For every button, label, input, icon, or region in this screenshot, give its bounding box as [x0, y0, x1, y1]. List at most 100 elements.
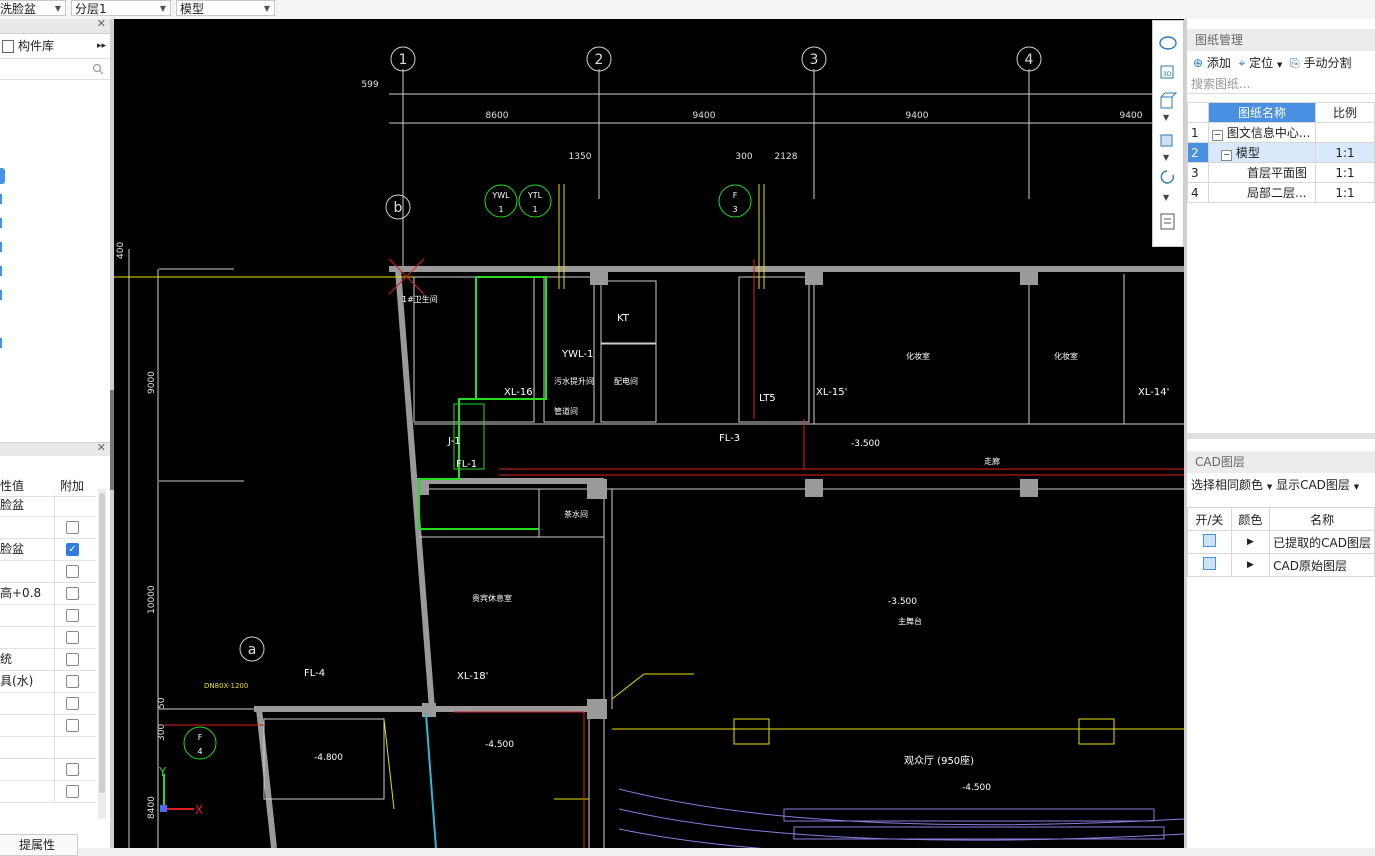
layer-row[interactable]: ▶ CAD原始图层 — [1187, 553, 1375, 577]
tree-item[interactable] — [0, 338, 2, 348]
chevron-down-icon[interactable]: ▼ — [1163, 113, 1169, 122]
library-icon — [2, 40, 14, 53]
space-select[interactable]: 模型 ▼ — [176, 0, 275, 16]
pipe-fl-1: FL-1 — [456, 459, 477, 470]
room-auditorium: 观众厅 (950座) — [904, 754, 974, 767]
property-row[interactable] — [0, 737, 96, 759]
property-row[interactable] — [0, 627, 96, 649]
property-row[interactable] — [0, 693, 96, 715]
attach-checkbox[interactable] — [66, 763, 79, 776]
dim-1350: 1350 — [569, 152, 592, 162]
property-row[interactable] — [0, 715, 96, 737]
cad-drawing[interactable]: 1 2 3 4 b a 599 8600 9400 9400 9400 1350… — [114, 19, 1184, 848]
rotate-icon[interactable] — [1158, 167, 1178, 187]
tree-item[interactable] — [0, 218, 2, 228]
drawing-toolbar: ⊕ 添加 ⌖ 定位 ▼ ⎘ 手动分割 — [1187, 51, 1375, 75]
chevron-down-icon[interactable]: ▼ — [1163, 153, 1169, 162]
attach-checkbox[interactable] — [66, 521, 79, 534]
collapse-icon[interactable]: − — [1212, 130, 1223, 141]
attach-checkbox[interactable] — [66, 609, 79, 622]
elevation-2: -3.500 — [888, 597, 917, 607]
property-row[interactable]: 洗脸盆 — [0, 495, 96, 517]
property-row[interactable]: 洗脸盆 ✓ — [0, 539, 96, 561]
attach-checkbox[interactable] — [66, 587, 79, 600]
tree-item-selected[interactable] — [0, 168, 5, 184]
collapse-icon[interactable]: − — [1221, 150, 1232, 161]
locate-icon: ⌖ — [1238, 56, 1246, 70]
layer-list-icon[interactable] — [1158, 211, 1178, 231]
property-row[interactable]: 系统 — [0, 649, 96, 671]
axis-label-3: 3 — [810, 52, 819, 68]
property-row[interactable] — [0, 517, 96, 539]
room-dressing-1: 化妆室 — [906, 351, 930, 361]
chevron-down-icon[interactable]: ▼ — [1267, 483, 1272, 491]
pipe-xl-14: XL-14' — [1138, 387, 1169, 398]
attach-checkbox[interactable] — [66, 785, 79, 798]
attach-checkbox[interactable] — [66, 697, 79, 710]
library-tab[interactable]: 构件库 ▸▸ — [0, 34, 110, 59]
add-drawing-button[interactable]: ⊕ 添加 — [1193, 56, 1231, 70]
locate-button[interactable]: ⌖ 定位 ▼ — [1239, 56, 1283, 70]
property-row[interactable] — [0, 605, 96, 627]
table-row[interactable]: 4 局部二层... 1:1 — [1187, 182, 1375, 203]
tree-item[interactable] — [0, 290, 2, 300]
close-icon[interactable]: ✕ — [97, 17, 106, 30]
property-row[interactable] — [0, 781, 96, 803]
cad-layers-title: CAD图层 — [1187, 451, 1375, 473]
floor-select[interactable]: 分层1 ▼ — [71, 0, 171, 16]
pipe-xl-15: XL-15' — [816, 387, 847, 398]
tree-item[interactable] — [0, 194, 2, 204]
cube-icon[interactable] — [1158, 91, 1178, 111]
component-type-select[interactable]: 洗脸盆 ▼ — [0, 0, 66, 16]
tree-item[interactable] — [0, 266, 2, 276]
chevron-down-icon[interactable]: ▼ — [1277, 61, 1282, 69]
tree-item[interactable] — [0, 242, 2, 252]
show-cad-layer-button[interactable]: 显示CAD图层 ▼ — [1276, 478, 1359, 492]
property-row[interactable] — [0, 759, 96, 781]
chevron-down-icon: ▼ — [159, 4, 166, 13]
col-drawing-name[interactable]: 图纸名称 — [1208, 102, 1316, 123]
f4-bubble-bottom: 4 — [197, 747, 202, 756]
box-view-icon[interactable] — [1158, 129, 1178, 149]
table-row[interactable]: 3 首层平面图 1:1 — [1187, 162, 1375, 183]
chevron-down-icon[interactable]: ▼ — [1163, 193, 1169, 202]
component-search-input[interactable] — [0, 59, 110, 80]
attach-checkbox[interactable] — [66, 631, 79, 644]
property-row[interactable]: 标高+0.8 — [0, 583, 96, 605]
manual-split-button[interactable]: ⎘ 手动分割 — [1290, 56, 1351, 70]
pipe-ywl-1: YWL-1 — [561, 349, 593, 360]
property-scrollbar[interactable] — [98, 489, 106, 819]
chevron-down-icon[interactable]: ▼ — [1354, 483, 1359, 491]
layer-row[interactable]: ▶ 已提取的CAD图层 — [1187, 530, 1375, 554]
right-panel-splitter[interactable] — [1184, 19, 1187, 848]
attach-checkbox[interactable]: ✓ — [66, 543, 79, 556]
col-scale[interactable]: 比例 — [1315, 102, 1375, 123]
table-row[interactable]: 1 − 图文信息中心... — [1187, 122, 1375, 143]
extract-property-button[interactable]: 提属性 — [0, 834, 78, 856]
property-row[interactable]: 器具(水) — [0, 671, 96, 693]
view-navigation-bar: 3D ▼ ▼ ▼ — [1152, 20, 1184, 247]
cad-canvas[interactable]: 1 2 3 4 b a 599 8600 9400 9400 9400 1350… — [114, 19, 1184, 848]
drawing-search-input[interactable]: 搜索图纸... — [1187, 75, 1375, 94]
property-value: 洗脸盆 — [0, 495, 55, 516]
layers-splitter[interactable] — [1187, 433, 1375, 439]
attach-checkbox[interactable] — [66, 719, 79, 732]
expand-arrow-icon[interactable]: ▶ — [1230, 553, 1271, 577]
attach-checkbox[interactable] — [66, 565, 79, 578]
close-icon[interactable]: ✕ — [97, 441, 106, 454]
select-same-color-button[interactable]: 选择相同颜色 ▼ — [1191, 478, 1272, 492]
property-row[interactable] — [0, 561, 96, 583]
scrollbar-thumb[interactable] — [99, 493, 105, 793]
orbit-icon[interactable] — [1158, 33, 1178, 53]
layer-toggle[interactable] — [1202, 557, 1216, 570]
expand-icon[interactable]: ▸▸ — [97, 34, 106, 58]
3d-view-icon[interactable]: 3D — [1158, 61, 1178, 81]
row-number: 2 — [1187, 142, 1209, 163]
layer-toggle[interactable] — [1202, 534, 1216, 547]
search-icon[interactable] — [92, 63, 104, 75]
table-row[interactable]: 2 − 模型 1:1 — [1187, 142, 1375, 163]
attach-checkbox[interactable] — [66, 653, 79, 666]
attach-checkbox[interactable] — [66, 675, 79, 688]
add-icon: ⊕ — [1193, 56, 1204, 70]
expand-arrow-icon[interactable]: ▶ — [1230, 530, 1271, 554]
